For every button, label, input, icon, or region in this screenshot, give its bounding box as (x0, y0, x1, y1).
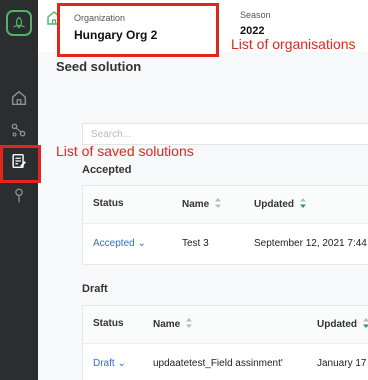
status-dropdown[interactable]: Draft ⌄ (93, 358, 126, 369)
sort-desc-icon (299, 198, 307, 208)
organization-label: Organization (74, 13, 126, 23)
search-input[interactable]: Search... (82, 123, 368, 145)
solution-name[interactable]: Test 3 (182, 238, 209, 249)
app-logo-icon[interactable] (6, 10, 32, 36)
sidebar-item-location[interactable] (0, 180, 38, 210)
solution-updated: September 12, 2021 7:44 (254, 238, 367, 249)
status-dropdown[interactable]: Accepted ⌄ (93, 238, 146, 249)
column-header-name[interactable]: Name (182, 198, 222, 210)
chevron-down-icon: ⌄ (117, 358, 126, 369)
season-label: Season (240, 10, 271, 20)
sort-desc-icon (362, 318, 368, 328)
sidebar-item-home[interactable] (0, 83, 38, 113)
sort-icon (185, 318, 193, 328)
chevron-down-icon: ⌄ (137, 238, 146, 249)
annotation-saved-solutions: List of saved solutions (56, 143, 194, 159)
table-header-row (83, 186, 368, 224)
accepted-table: Status Name Updated Accepted ⌄ Test 3 Se… (82, 185, 368, 265)
location-pin-icon (15, 188, 23, 203)
draft-table: Status Name Updated Draft ⌄ updaatetest_… (82, 305, 368, 380)
column-header-updated[interactable]: Updated (254, 198, 307, 210)
draft-section-title: Draft (82, 283, 108, 295)
home-icon (11, 90, 27, 106)
annotation-organisations: List of organisations (231, 36, 356, 52)
column-header-name[interactable]: Name (153, 318, 193, 330)
saved-solutions-highlight-box (0, 145, 41, 183)
solution-name[interactable]: updaatetest_Field assinment' (153, 358, 283, 369)
column-header-updated[interactable]: Updated (317, 318, 368, 330)
organization-value: Hungary Org 2 (74, 28, 158, 42)
sort-icon (214, 198, 222, 208)
column-header-status: Status (93, 318, 124, 329)
accepted-section-title: Accepted (82, 164, 132, 176)
share-nodes-icon (11, 123, 26, 137)
organization-selector[interactable]: Organization Hungary Org 2 (57, 3, 219, 57)
sidebar (0, 0, 38, 380)
sidebar-item-share[interactable] (0, 115, 38, 145)
solution-updated: January 17 (317, 358, 367, 369)
page-title: Seed solution (56, 59, 142, 74)
column-header-status: Status (93, 198, 124, 209)
